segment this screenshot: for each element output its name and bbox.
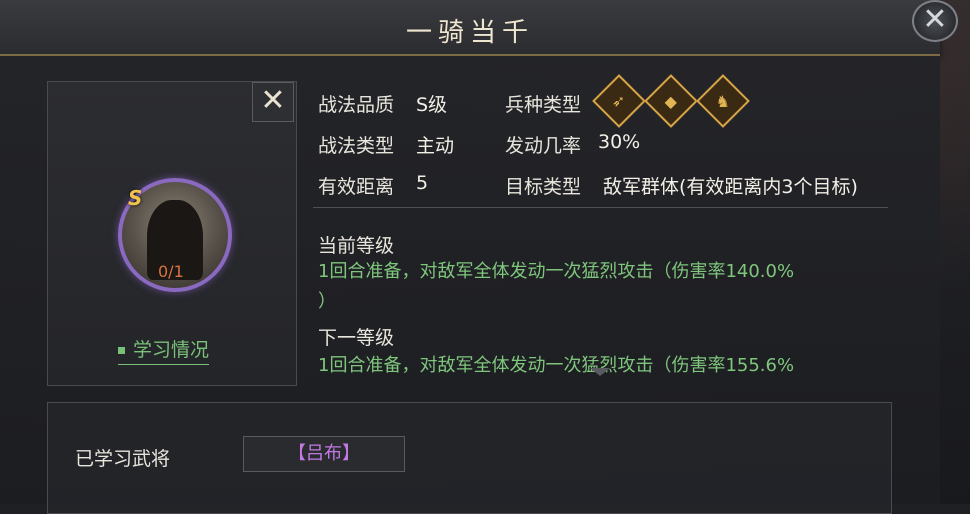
kind-value: 主动 [416, 135, 455, 157]
next-level-desc: 1回合准备，对敌军全体发动一次猛烈攻击（伤害率155.6% [318, 355, 795, 376]
close-icon: ✕ [922, 2, 948, 37]
window-title: 一骑当千 [405, 18, 534, 48]
learn-status-link[interactable]: 学习情况 [118, 335, 210, 365]
troop-type-icons: ➶ ◆ ♞ [592, 74, 750, 128]
kind-label: 战法类型 [318, 135, 395, 157]
skill-count: 0/1 [158, 262, 184, 281]
learned-general-label: 已学习武将 [75, 448, 171, 470]
title-bar: 一骑当千 [0, 0, 940, 56]
troop-label: 兵种类型 [505, 94, 582, 116]
avatar-close-button[interactable]: ✕ [252, 82, 294, 122]
current-level-title: 当前等级 [318, 235, 395, 257]
learn-status-label: 学习情况 [133, 339, 210, 361]
close-icon: ✕ [260, 83, 286, 118]
shield-icon[interactable]: ◆ [644, 74, 698, 128]
divider [313, 207, 888, 208]
learned-general-box [47, 402, 892, 514]
current-level-desc-line2: ） [318, 291, 336, 312]
quality-value: S级 [416, 94, 448, 116]
range-value: 5 [416, 172, 429, 194]
rate-value: 30% [598, 131, 641, 153]
close-window-button[interactable]: ✕ [912, 0, 958, 42]
skill-grade-badge: S [128, 186, 143, 210]
target-label: 目标类型 [505, 176, 582, 198]
next-level-title: 下一等级 [318, 327, 395, 349]
rate-label: 发动几率 [505, 135, 582, 157]
scroll-down-icon[interactable] [590, 368, 610, 376]
target-value: 敌军群体(有效距离内3个目标) [603, 176, 858, 198]
bow-icon[interactable]: ➶ [592, 74, 646, 128]
current-level-desc-line1: 1回合准备，对敌军全体发动一次猛烈攻击（伤害率140.0% [318, 261, 795, 282]
quality-label: 战法品质 [318, 94, 395, 116]
horse-icon[interactable]: ♞ [696, 74, 750, 128]
bullet-icon [118, 347, 125, 354]
learned-general-name[interactable]: 【吕布】 [243, 436, 405, 472]
range-label: 有效距离 [318, 176, 395, 198]
